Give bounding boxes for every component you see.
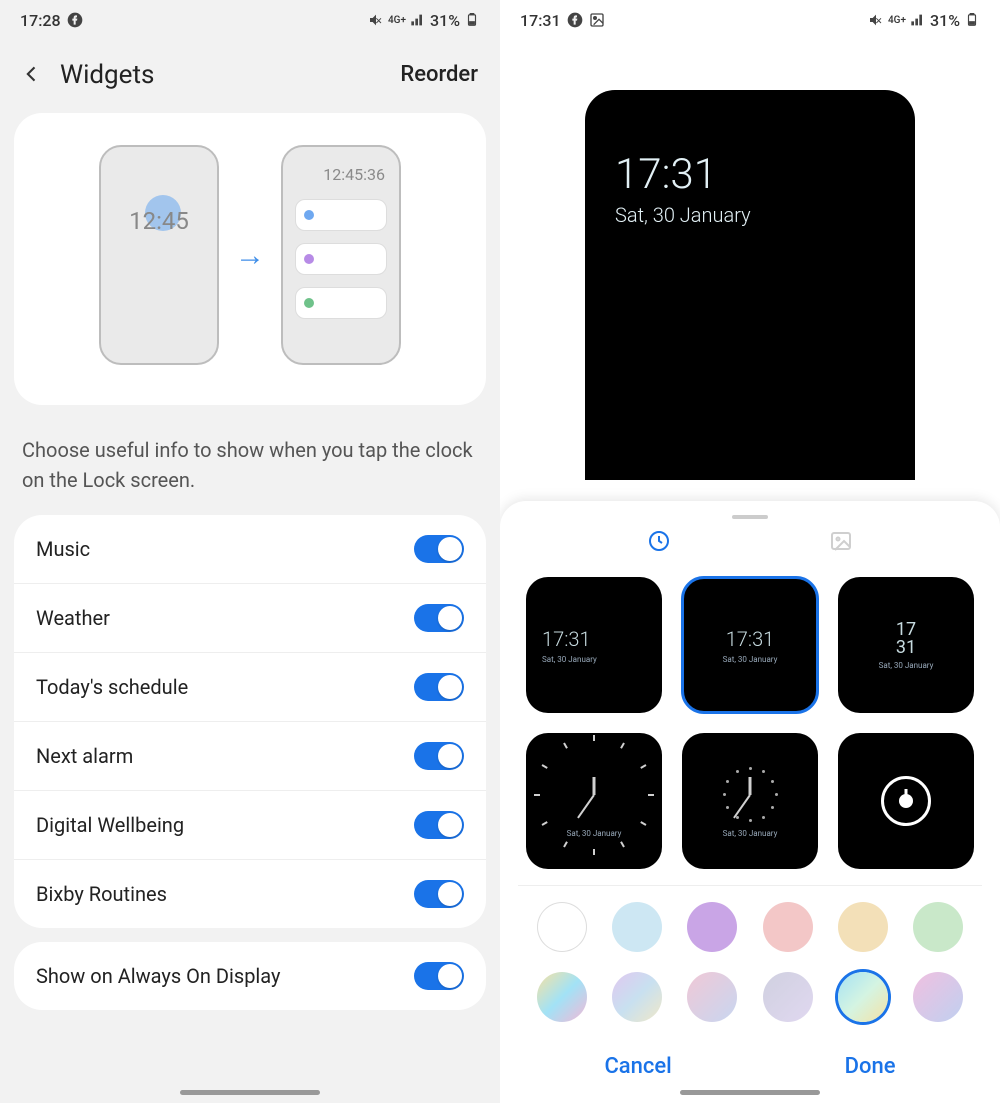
arrow-right-icon: → (235, 238, 265, 273)
clock-preview-area: 17:31 Sat, 30 January (500, 40, 1000, 480)
widget-row-today-s-schedule[interactable]: Today's schedule (14, 653, 486, 722)
network-label: 4G+ (888, 15, 906, 26)
status-time: 17:28 (20, 11, 61, 30)
gallery-icon (589, 12, 605, 28)
clock-style-5[interactable]: Sat, 30 January (682, 733, 818, 869)
color-swatch-2[interactable] (612, 902, 662, 952)
clock-style-grid: 17:31Sat, 30 January17:31Sat, 30 January… (518, 577, 982, 885)
color-swatch-11[interactable] (838, 972, 888, 1022)
clock-style-4[interactable]: Sat, 30 January (526, 733, 662, 869)
page-title: Widgets (60, 60, 154, 90)
widget-row-music[interactable]: Music (14, 515, 486, 584)
signal-icon (410, 12, 426, 28)
widget-toggle[interactable] (414, 535, 464, 563)
widget-toggle[interactable] (414, 604, 464, 632)
done-button[interactable]: Done (845, 1054, 896, 1079)
aod-toggle[interactable] (414, 962, 464, 990)
battery-icon (464, 12, 480, 28)
color-swatch-12[interactable] (913, 972, 963, 1022)
illustration-phone-after: 12:45:36 (281, 145, 401, 365)
sheet-handle[interactable] (732, 515, 768, 519)
widget-row-next-alarm[interactable]: Next alarm (14, 722, 486, 791)
color-swatch-10[interactable] (763, 972, 813, 1022)
tab-clock[interactable] (647, 529, 671, 557)
facebook-icon (67, 12, 83, 28)
widget-label: Next alarm (36, 744, 133, 768)
sheet-tabs (518, 529, 982, 577)
widget-toggle[interactable] (414, 811, 464, 839)
widget-toggle[interactable] (414, 742, 464, 770)
aod-row[interactable]: Show on Always On Display (14, 942, 486, 1010)
mute-icon (368, 12, 384, 28)
color-swatch-9[interactable] (687, 972, 737, 1022)
illustration-phone-before: 12:45 (99, 145, 219, 365)
illustration-clock: 12:45 (101, 207, 217, 235)
mute-icon (868, 12, 884, 28)
signal-icon (910, 12, 926, 28)
illustration-clock-seconds: 12:45:36 (323, 165, 385, 184)
phone-preview: 17:31 Sat, 30 January (585, 90, 915, 480)
clock-style-1[interactable]: 17:31Sat, 30 January (526, 577, 662, 713)
widget-row-bixby-routines[interactable]: Bixby Routines (14, 860, 486, 928)
color-swatch-4[interactable] (763, 902, 813, 952)
aod-label: Show on Always On Display (36, 964, 280, 988)
status-bar: 17:31 4G+ 31% (500, 0, 1000, 40)
battery-icon (964, 12, 980, 28)
color-swatch-grid (518, 885, 982, 1032)
color-swatch-5[interactable] (838, 902, 888, 952)
widget-label: Today's schedule (36, 675, 188, 699)
clock-style-2[interactable]: 17:31Sat, 30 January (682, 577, 818, 713)
color-swatch-3[interactable] (687, 902, 737, 952)
widget-toggle[interactable] (414, 880, 464, 908)
widgets-list: Music Weather Today's schedule Next alarm Di… (14, 515, 486, 928)
nav-handle[interactable] (680, 1090, 820, 1095)
widget-label: Weather (36, 606, 110, 630)
widget-row-digital-wellbeing[interactable]: Digital Wellbeing (14, 791, 486, 860)
clock-style-6[interactable] (838, 733, 974, 869)
nav-handle[interactable] (180, 1090, 320, 1095)
aod-section: Show on Always On Display (14, 942, 486, 1010)
style-sheet: 17:31Sat, 30 January17:31Sat, 30 January… (500, 501, 1000, 1103)
reorder-button[interactable]: Reorder (400, 62, 478, 87)
color-swatch-6[interactable] (913, 902, 963, 952)
widgets-settings-pane: 17:28 4G+ 31% Widgets Reorder 12:45 → (0, 0, 500, 1103)
network-label: 4G+ (388, 15, 406, 26)
page-header: Widgets Reorder (0, 40, 500, 109)
color-swatch-1[interactable] (537, 902, 587, 952)
clock-style-3[interactable]: 1731Sat, 30 January (838, 577, 974, 713)
status-time: 17:31 (520, 11, 561, 30)
widget-label: Bixby Routines (36, 882, 167, 906)
widget-label: Music (36, 537, 90, 561)
preview-date: Sat, 30 January (615, 203, 885, 227)
battery-label: 31% (430, 11, 460, 30)
clock-style-pane: 17:31 4G+ 31% 17:31 Sat, 30 January (500, 0, 1000, 1103)
cancel-button[interactable]: Cancel (604, 1054, 671, 1079)
facebook-icon (567, 12, 583, 28)
widget-row-weather[interactable]: Weather (14, 584, 486, 653)
illustration-card: 12:45 → 12:45:36 (14, 113, 486, 405)
tab-image[interactable] (829, 529, 853, 557)
battery-label: 31% (930, 11, 960, 30)
widget-label: Digital Wellbeing (36, 813, 184, 837)
back-button[interactable] (22, 58, 42, 91)
status-bar: 17:28 4G+ 31% (0, 0, 500, 40)
color-swatch-7[interactable] (537, 972, 587, 1022)
preview-time: 17:31 (615, 150, 885, 199)
widget-toggle[interactable] (414, 673, 464, 701)
color-swatch-8[interactable] (612, 972, 662, 1022)
description-text: Choose useful info to show when you tap … (0, 425, 500, 515)
